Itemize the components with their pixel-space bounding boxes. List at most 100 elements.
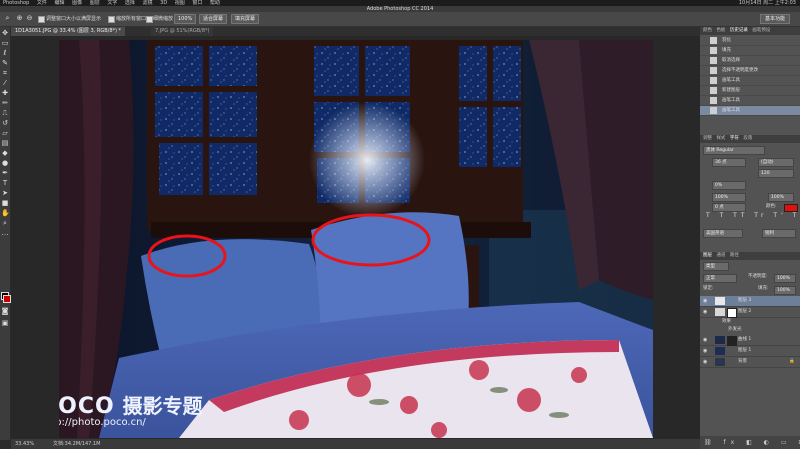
quick-select-tool-icon[interactable]: ✎ [1,59,9,67]
workspace-select[interactable]: 基本功能 [760,14,790,24]
canvas-area: POCO 摄影专题 http://photo.poco.cn/ [11,36,700,439]
opacity-field[interactable]: 100% [774,274,796,283]
brush-tool-icon[interactable]: ✏ [1,99,9,107]
shape-tool-icon[interactable]: ■ [1,199,9,207]
history-item-label: 画笔工具 [722,78,740,83]
zoom-tool-sidebar-icon[interactable]: ⌕ [1,219,9,227]
status-zoom[interactable]: 33.43% [15,439,34,449]
zoom-tool-icon[interactable]: ⌕ [4,15,11,22]
layer-row[interactable]: ◉ 背景 🔒 [700,357,800,368]
layer-row[interactable]: ◉ 图层 2 [700,307,800,318]
layers-footer-buttons[interactable]: ⛓ fx ◧ ◐ ▭ ⊞ 🗑 [700,436,800,449]
tab-layers[interactable]: 图层 [703,252,712,260]
zoom-in-icon[interactable]: ⊕ [16,15,23,22]
tab-document-1[interactable]: 1D1A3051.JPG @ 33.4% (图层 3, RGB/8*) * [11,27,126,36]
history-item[interactable]: 新建图层 [700,86,800,96]
screen-mode-icon[interactable]: ▣ [1,319,9,327]
fill-screen-button[interactable]: 填充屏幕 [231,14,260,24]
zoom-out-icon[interactable]: ⊖ [26,15,33,22]
font-family-select[interactable]: 黑体 Regular [703,146,765,155]
tab-styles[interactable]: 样式 [716,135,725,143]
layer-row[interactable]: ◉ 图层 1 [700,346,800,357]
blur-tool-icon[interactable]: ◆ [1,149,9,157]
history-item[interactable]: 选择不透明度更改 [700,66,800,76]
tab-color[interactable]: 颜色 [703,27,712,35]
scrubby-zoom-checkbox[interactable] [146,16,153,23]
pen-tool-icon[interactable]: ✒ [1,169,9,177]
eraser-tool-icon[interactable]: ▱ [1,129,9,137]
more-tools-icon[interactable]: … [1,229,9,237]
history-step-icon [710,67,717,74]
baseline-shift-field[interactable]: 0 点 [712,203,746,212]
font-size-field[interactable]: 36 点 [712,158,746,167]
vertical-scale-field[interactable]: 100% [712,193,746,202]
history-panel-tabs: 颜色 色板 历史记录 画笔预设 [700,27,800,35]
path-select-tool-icon[interactable]: ➤ [1,189,9,197]
healing-tool-icon[interactable]: ✚ [1,89,9,97]
quick-mask-icon[interactable]: ◙ [1,307,9,315]
anti-alias-select[interactable]: 锐利 [762,229,796,238]
history-item[interactable]: 填充 [700,46,800,56]
zoom-all-windows-checkbox[interactable] [108,16,115,23]
layer-row[interactable]: ◉ 图层 3 [700,296,800,307]
history-step-icon [710,37,717,44]
bedroom-photo [59,40,653,438]
history-item[interactable]: 画笔工具 [700,76,800,86]
history-brush-tool-icon[interactable]: ↺ [1,119,9,127]
zoom-100-button[interactable]: 100% [174,14,197,24]
move-tool-icon[interactable]: ✥ [1,29,9,37]
eye-icon[interactable]: ◉ [703,357,707,367]
tab-character[interactable]: 字符 [730,135,739,143]
fill-field[interactable]: 100% [774,286,796,295]
dodge-tool-icon[interactable]: ● [1,159,9,167]
document-canvas[interactable]: POCO 摄影专题 http://photo.poco.cn/ [59,40,653,438]
tracking-field[interactable]: 120 [758,169,794,178]
tab-adjustments[interactable]: 调整 [703,135,712,143]
history-item[interactable]: 羽化 [700,36,800,46]
layer-name: 图层 1 [738,348,752,353]
tab-paragraph[interactable]: 段落 [743,135,752,143]
right-panel-dock: 颜色 色板 历史记录 画笔预设 羽化 填充 取消选择 选择不透明度更改 画笔工具… [700,27,800,449]
layer-effects-row[interactable]: 效果 [700,318,800,326]
kerning-field[interactable]: 0% [712,181,746,190]
layer-thumbnail [715,308,725,316]
tab-channels[interactable]: 通道 [716,252,725,260]
background-color-swatch[interactable] [3,295,11,303]
history-item-label: 画笔工具 [722,98,740,103]
history-item[interactable]: 取消选择 [700,56,800,66]
stamp-tool-icon[interactable]: ⎍ [1,109,9,117]
eyedropper-tool-icon[interactable]: ⁄ [1,79,9,87]
eye-icon[interactable]: ◉ [703,296,707,306]
document-tabs: 1D1A3051.JPG @ 33.4% (图层 3, RGB/8*) * 7.… [11,27,700,36]
layer-filter-select[interactable]: 类型 [703,262,729,271]
tab-document-2[interactable]: 7.JPG @ 51%(RGB/8*) [151,27,214,36]
horizontal-scale-field[interactable]: 100% [768,193,794,202]
eye-icon[interactable]: ◉ [703,335,707,345]
type-tool-icon[interactable]: T [1,179,9,187]
gradient-tool-icon[interactable]: ▤ [1,139,9,147]
type-style-buttons[interactable]: T T TT Tr T' T, T Ŧ [706,212,800,219]
hand-tool-icon[interactable]: ✋ [1,209,10,217]
marquee-tool-icon[interactable]: ▭ [1,39,9,47]
resize-windows-checkbox[interactable] [38,16,45,23]
tab-history[interactable]: 历史记录 [730,27,748,35]
tab-swatches[interactable]: 色板 [716,27,725,35]
eye-icon[interactable]: ◉ [703,307,707,317]
history-item[interactable]: 画笔工具 [700,96,800,106]
fit-screen-button[interactable]: 适合屏幕 [199,14,228,24]
tab-brush-presets[interactable]: 画笔预设 [752,27,770,35]
history-item-current[interactable]: 画笔工具 [700,106,800,116]
crop-tool-icon[interactable]: ⌗ [1,69,9,77]
layer-row[interactable]: ◉ 曲线 1 [700,335,800,346]
text-color-swatch[interactable] [784,204,798,212]
eye-icon[interactable]: ◉ [703,346,707,356]
language-select[interactable]: 美国英语 [703,229,743,238]
outer-glow-effect-row[interactable]: 外发光 [700,326,800,334]
options-bar: ⌕ ⊕ ⊖ 调整窗口大小以满屏显示 缩放所有窗口 细微缩放 100% 适合屏幕 … [0,12,800,27]
lasso-tool-icon[interactable]: ℓ [1,49,9,57]
leading-field[interactable]: (自动) [758,158,794,167]
blend-mode-select[interactable]: 正常 [703,274,737,283]
tab-paths[interactable]: 路径 [730,252,739,260]
layer-mask-thumbnail [727,308,737,318]
history-item-label: 羽化 [722,38,731,43]
